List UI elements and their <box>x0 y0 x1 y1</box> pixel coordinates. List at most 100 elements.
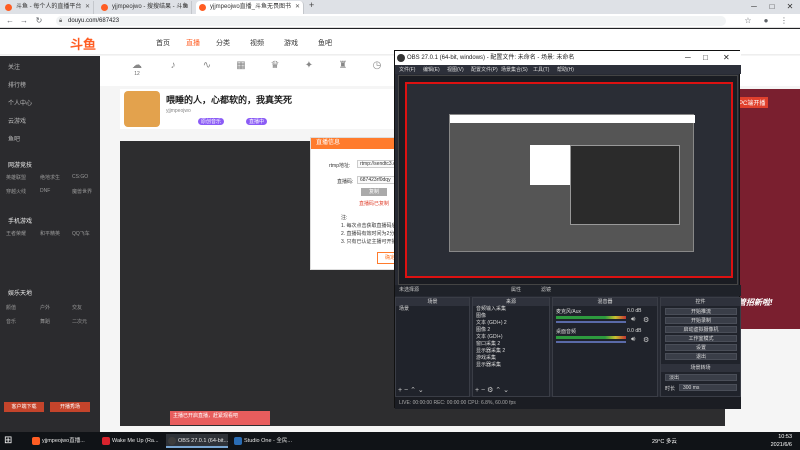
nav-game[interactable]: 游戏 <box>284 38 298 48</box>
duration-input[interactable]: 300 ms <box>679 384 737 391</box>
sidebar-item-fishbar[interactable]: 鱼吧 <box>8 134 20 143</box>
sidebar-item-follow[interactable]: 关注 <box>8 62 20 71</box>
obs-preview[interactable] <box>398 75 738 285</box>
sidebar-item-rank[interactable]: 排行榜 <box>8 80 26 89</box>
subnav-item[interactable]: ♛ <box>262 60 288 71</box>
source-item[interactable]: 窗口采集 2 <box>473 341 549 348</box>
gear-icon[interactable]: ⚙ <box>643 316 649 324</box>
scene-add-remove[interactable]: + − ⌃ ⌄ <box>398 386 424 394</box>
sidebar-cat[interactable]: QQ飞车 <box>72 230 90 237</box>
sidebar-cat[interactable]: 绝地求生 <box>40 174 60 181</box>
sidebar-cat[interactable]: 颜值 <box>6 304 16 311</box>
nav-video[interactable]: 视频 <box>250 38 264 48</box>
sidebar-cat[interactable]: DNF <box>40 188 50 194</box>
star-icon[interactable]: ☆ <box>742 15 754 27</box>
maximize-button[interactable]: □ <box>703 51 708 65</box>
subnav-item[interactable]: ♜ <box>330 60 356 71</box>
sidebar-cat[interactable]: 音乐 <box>6 318 16 325</box>
sidebar-cat[interactable]: 王者荣耀 <box>6 230 26 237</box>
nav-category[interactable]: 分类 <box>216 38 230 48</box>
windows-start-icon[interactable]: ⊞ <box>4 435 12 446</box>
subnav-item[interactable]: ◷ <box>364 60 390 71</box>
source-item[interactable]: 图像 <box>473 313 549 320</box>
sidebar-cat[interactable]: 魔兽世界 <box>72 188 92 195</box>
speaker-icon[interactable]: 🔊︎ <box>631 336 635 344</box>
settings-button[interactable]: 设置 <box>665 344 737 351</box>
copy-button[interactable]: 复制 <box>361 188 387 196</box>
subnav-item[interactable]: ♪ <box>160 60 186 71</box>
minimize-button[interactable]: ─ <box>685 51 691 65</box>
sidebar-cat[interactable]: CS:GO <box>72 174 88 180</box>
volume-slider[interactable] <box>556 341 626 343</box>
stream-tag[interactable]: 直播中 <box>246 118 268 125</box>
subnav-item[interactable]: ☁ 12 <box>124 60 150 77</box>
new-tab-button[interactable]: + <box>309 0 314 10</box>
browser-tab-2[interactable]: yjjmpeojwo - 搜搜结果 - 斗鱼 ✕ <box>98 1 192 14</box>
speaker-icon[interactable]: 🔊︎ <box>631 316 635 324</box>
menu-file[interactable]: 文件(F) <box>399 66 415 73</box>
reload-button[interactable]: ↻ <box>33 15 45 27</box>
menu-help[interactable]: 帮助(H) <box>557 66 574 73</box>
maximize-button[interactable]: □ <box>764 0 780 14</box>
menu-view[interactable]: 视图(V) <box>447 66 464 73</box>
gear-icon[interactable]: ⚙ <box>643 336 649 344</box>
back-button[interactable]: ← <box>4 15 16 27</box>
taskbar-app-music[interactable]: Wake Me Up (Ra... <box>100 434 162 448</box>
menu-tools[interactable]: 工具(T) <box>533 66 549 73</box>
douyu-logo[interactable]: 斗鱼 <box>70 34 96 53</box>
nav-live[interactable]: 直播 <box>186 38 200 48</box>
close-window-button[interactable]: ✕ <box>782 0 798 14</box>
sidebar-cat[interactable]: 交友 <box>72 304 82 311</box>
url-input[interactable]: 🔒︎ douyu.com/687423 <box>56 16 726 26</box>
close-icon[interactable]: ✕ <box>85 1 90 14</box>
streamer-name[interactable]: yjjmpeojwo <box>166 108 191 114</box>
stream-tag[interactable]: 原创音乐 <box>198 118 225 125</box>
studio-mode-button[interactable]: 工作室模式 <box>665 335 737 342</box>
streamer-avatar[interactable] <box>124 91 160 127</box>
sidebar-cat[interactable]: 户外 <box>40 304 50 311</box>
sidebar-cat[interactable]: 英雄联盟 <box>6 174 26 181</box>
source-add-remove[interactable]: + − ⚙ ⌃ ⌄ <box>475 386 509 394</box>
sidebar-item-profile[interactable]: 个人中心 <box>8 98 32 107</box>
taskbar-app-chrome[interactable]: yjjmpeojwo直播... <box>30 434 96 448</box>
source-item[interactable]: 图像 2 <box>473 327 549 334</box>
menu-icon[interactable]: ⋮ <box>778 15 790 27</box>
close-icon[interactable]: ✕ <box>183 1 188 14</box>
forward-button[interactable]: → <box>18 15 30 27</box>
scene-item[interactable]: 场景 <box>396 306 469 313</box>
close-window-button[interactable]: ✕ <box>723 51 730 65</box>
source-item[interactable]: 音频输入采集 <box>473 306 549 313</box>
source-item[interactable]: 显示器采集 <box>473 362 549 369</box>
client-download-button[interactable]: 客户端下载 <box>4 402 44 412</box>
exit-button[interactable]: 退出 <box>665 353 737 360</box>
weather-widget[interactable]: 29°C 多云 <box>652 437 677 445</box>
transition-select[interactable]: 淡出 <box>665 374 737 381</box>
sidebar-item-cloudgame[interactable]: 云游戏 <box>8 116 26 125</box>
start-stream-button[interactable]: 开播秀场 <box>50 402 90 412</box>
nav-home[interactable]: 首页 <box>156 38 170 48</box>
menu-profile[interactable]: 配置文件(P) <box>471 66 498 73</box>
menu-scene-collection[interactable]: 场景集合(S) <box>501 66 528 73</box>
sidebar-cat[interactable]: 舞蹈 <box>40 318 50 325</box>
source-item[interactable]: 文本 (GDI+) <box>473 334 549 341</box>
source-item[interactable]: 显示器采集 2 <box>473 348 549 355</box>
sidebar-cat[interactable]: 穿越火线 <box>6 188 26 195</box>
menu-edit[interactable]: 编辑(E) <box>423 66 440 73</box>
subnav-item[interactable]: ✦ <box>296 60 322 71</box>
profile-icon[interactable]: ● <box>760 15 772 27</box>
taskbar-app-studio-one[interactable]: Studio One - 全民... <box>232 434 294 448</box>
virtual-camera-button[interactable]: 启动虚拟摄像机 <box>665 326 737 333</box>
source-item[interactable]: 文本 (GDI+) 2 <box>473 320 549 327</box>
subnav-item[interactable]: ∿ <box>194 60 220 71</box>
properties-button[interactable]: 属性 <box>511 285 521 296</box>
minimize-button[interactable]: ─ <box>746 0 762 14</box>
nav-fishbar[interactable]: 鱼吧 <box>318 38 332 48</box>
browser-tab-3[interactable]: yjjmpeojwo直播_斗鱼无畏图书 ✕ <box>196 1 304 14</box>
subnav-item[interactable]: ▦ <box>228 60 254 71</box>
taskbar-app-obs[interactable]: OBS 27.0.1 (64-bit... <box>166 434 228 448</box>
sidebar-cat[interactable]: 二次元 <box>72 318 87 325</box>
filters-button[interactable]: 滤镜 <box>541 285 551 296</box>
close-icon[interactable]: ✕ <box>295 1 300 14</box>
source-item[interactable]: 游戏采集 <box>473 355 549 362</box>
start-streaming-button[interactable]: 开始推流 <box>665 308 737 315</box>
